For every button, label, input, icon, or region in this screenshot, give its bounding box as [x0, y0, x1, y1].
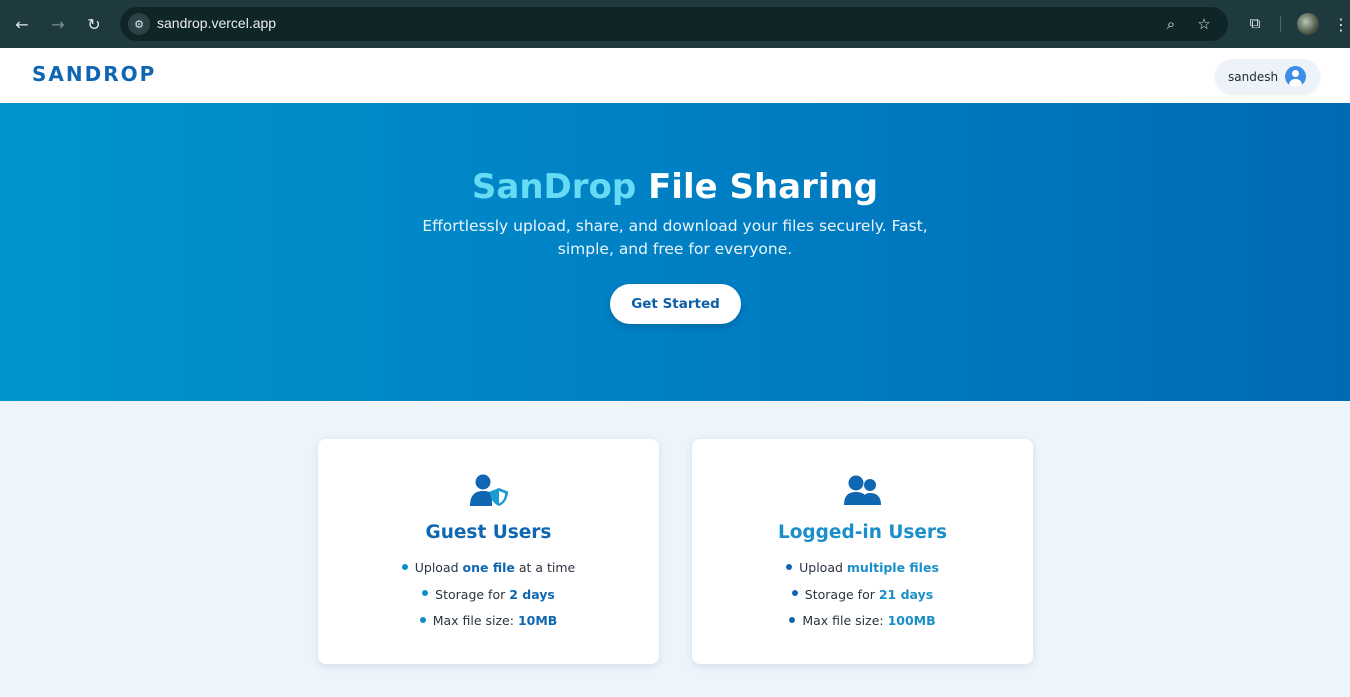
list-item: Upload multiple files	[692, 560, 1033, 587]
list-item: Storage for 21 days	[692, 587, 1033, 614]
list-item: Max file size: 100MB	[692, 613, 1033, 640]
browser-profile-avatar[interactable]	[1297, 13, 1319, 35]
hero-subtitle: Effortlessly upload, share, and download…	[422, 217, 928, 258]
url-text[interactable]: sandrop.vercel.app	[157, 15, 276, 31]
back-arrow-icon[interactable]: ←	[10, 12, 34, 36]
forward-arrow-icon[interactable]: →	[46, 12, 70, 36]
users-icon	[843, 475, 881, 505]
user-menu-button[interactable]: sandesh	[1215, 59, 1320, 94]
list-item: Max file size: 10MB	[318, 613, 659, 640]
hero-title: SanDrop File Sharing	[0, 167, 1350, 207]
address-bar[interactable]: ⚙ sandrop.vercel.app ⌕ ☆	[120, 7, 1228, 41]
guest-feature-list: Upload one file at a time Storage for 2 …	[318, 560, 659, 640]
extensions-puzzle-icon[interactable]: ⧉	[1244, 12, 1266, 34]
get-started-button[interactable]: Get Started	[610, 284, 741, 324]
user-shield-icon	[469, 474, 508, 506]
site-header: SANDROP sandesh	[0, 48, 1350, 103]
username-label: sandesh	[1228, 69, 1279, 84]
list-item: Storage for 2 days	[318, 587, 659, 614]
bookmark-star-icon[interactable]: ☆	[1195, 15, 1213, 33]
list-item: Upload one file at a time	[318, 560, 659, 587]
guest-card-title: Guest Users	[425, 522, 552, 543]
hero-section: SanDrop File Sharing Effortlessly upload…	[0, 103, 1350, 401]
user-avatar-icon	[1285, 66, 1306, 87]
brand-logo[interactable]: SANDROP	[32, 62, 156, 86]
guest-users-card: Guest Users Upload one file at a time St…	[318, 439, 659, 664]
browser-toolbar: ← → ↻ ⚙ sandrop.vercel.app ⌕ ☆ ⧉ ⋮	[0, 0, 1350, 48]
hero-title-accent: SanDrop	[471, 167, 637, 207]
logged-in-card-title: Logged-in Users	[777, 522, 948, 543]
logged-in-feature-list: Upload multiple files Storage for 21 day…	[692, 560, 1033, 640]
zoom-icon[interactable]: ⌕	[1162, 15, 1180, 33]
reload-icon[interactable]: ↻	[82, 12, 106, 36]
browser-menu-icon[interactable]: ⋮	[1333, 12, 1349, 36]
site-info-icon[interactable]: ⚙	[128, 13, 150, 35]
logged-in-users-card: Logged-in Users Upload multiple files St…	[692, 439, 1033, 664]
hero-title-rest: File Sharing	[648, 167, 879, 207]
toolbar-divider	[1280, 16, 1281, 32]
